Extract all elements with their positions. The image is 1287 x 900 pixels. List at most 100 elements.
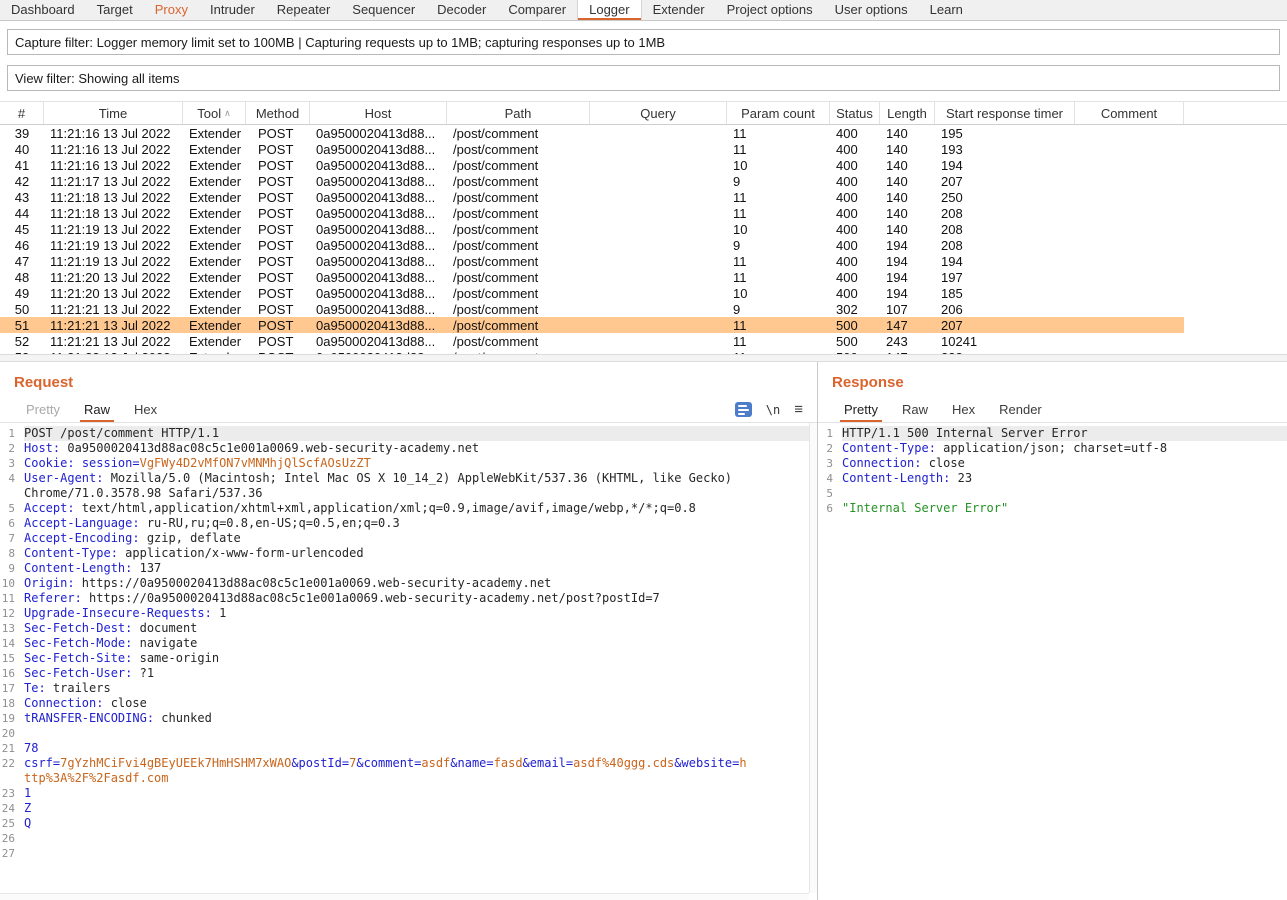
- response-editor[interactable]: 1HTTP/1.1 500 Internal Server Error2Cont…: [818, 423, 1287, 900]
- line-number: 14: [0, 636, 24, 651]
- tab-sequencer[interactable]: Sequencer: [341, 0, 426, 20]
- table-row[interactable]: 4211:21:17 13 Jul 2022ExtenderPOST0a9500…: [0, 173, 1184, 189]
- line-number: 25: [0, 816, 24, 831]
- response-panel: Response PrettyRawHexRender 1HTTP/1.1 50…: [818, 362, 1287, 900]
- line-number: 20: [0, 726, 24, 741]
- column-header-num[interactable]: #: [0, 102, 44, 124]
- tab-intruder[interactable]: Intruder: [199, 0, 266, 20]
- request-panel: Request PrettyRawHex \n ≡ 1POST /post/co…: [0, 362, 818, 900]
- table-row[interactable]: 3911:21:16 13 Jul 2022ExtenderPOST0a9500…: [0, 125, 1184, 141]
- table-row[interactable]: 4811:21:20 13 Jul 2022ExtenderPOST0a9500…: [0, 269, 1184, 285]
- response-lines: 1HTTP/1.1 500 Internal Server Error2Cont…: [818, 426, 1287, 516]
- code-line: 26: [0, 831, 817, 846]
- line-number: 3: [0, 456, 24, 471]
- response-tab-raw[interactable]: Raw: [890, 397, 940, 422]
- line-number: 1: [818, 426, 842, 441]
- request-tab-pretty[interactable]: Pretty: [14, 397, 72, 422]
- tab-dashboard[interactable]: Dashboard: [0, 0, 86, 20]
- capture-filter-bar[interactable]: Capture filter: Logger memory limit set …: [7, 29, 1280, 55]
- code-line: 16Sec-Fetch-User: ?1: [0, 666, 817, 681]
- table-row[interactable]: 4111:21:16 13 Jul 2022ExtenderPOST0a9500…: [0, 157, 1184, 173]
- column-header-length[interactable]: Length: [880, 102, 935, 124]
- table-row[interactable]: 4511:21:19 13 Jul 2022ExtenderPOST0a9500…: [0, 221, 1184, 237]
- tab-learn[interactable]: Learn: [919, 0, 974, 20]
- line-number: 19: [0, 711, 24, 726]
- line-number: 8: [0, 546, 24, 561]
- code-line: 6Accept-Language: ru-RU,ru;q=0.8,en-US;q…: [0, 516, 817, 531]
- pretty-print-icon[interactable]: [735, 402, 752, 417]
- tab-proxy[interactable]: Proxy: [144, 0, 199, 20]
- tab-comparer[interactable]: Comparer: [497, 0, 577, 20]
- line-number: 6: [0, 516, 24, 531]
- table-row[interactable]: 5111:21:21 13 Jul 2022ExtenderPOST0a9500…: [0, 317, 1184, 333]
- tab-decoder[interactable]: Decoder: [426, 0, 497, 20]
- column-header-query[interactable]: Query: [590, 102, 727, 124]
- table-row[interactable]: 4311:21:18 13 Jul 2022ExtenderPOST0a9500…: [0, 189, 1184, 205]
- column-header-time[interactable]: Time: [44, 102, 183, 124]
- view-filter-bar[interactable]: View filter: Showing all items: [7, 65, 1280, 91]
- tab-extender[interactable]: Extender: [642, 0, 716, 20]
- request-tab-raw[interactable]: Raw: [72, 397, 122, 422]
- table-row[interactable]: 5011:21:21 13 Jul 2022ExtenderPOST0a9500…: [0, 301, 1184, 317]
- line-number: 3: [818, 456, 842, 471]
- line-number: 5: [818, 486, 842, 501]
- table-row[interactable]: 5211:21:21 13 Jul 2022ExtenderPOST0a9500…: [0, 333, 1184, 349]
- column-header-status[interactable]: Status: [830, 102, 880, 124]
- code-line: 11Referer: https://0a9500020413d88ac08c5…: [0, 591, 817, 606]
- column-header-method[interactable]: Method: [246, 102, 310, 124]
- tab-logger[interactable]: Logger: [577, 0, 641, 20]
- column-header-host[interactable]: Host: [310, 102, 447, 124]
- code-line: 5: [818, 486, 1287, 501]
- code-line: 2178: [0, 741, 817, 756]
- column-header-tool[interactable]: Tool∧: [183, 102, 246, 124]
- request-tab-hex[interactable]: Hex: [122, 397, 169, 422]
- code-line: 2Host: 0a9500020413d88ac08c5c1e001a0069.…: [0, 441, 817, 456]
- line-number: 13: [0, 621, 24, 636]
- table-row[interactable]: 4911:21:20 13 Jul 2022ExtenderPOST0a9500…: [0, 285, 1184, 301]
- tab-repeater[interactable]: Repeater: [266, 0, 341, 20]
- table-row[interactable]: 4611:21:19 13 Jul 2022ExtenderPOST0a9500…: [0, 237, 1184, 253]
- request-vertical-scrollbar[interactable]: [809, 423, 817, 893]
- burp-logger-window: DashboardTargetProxyIntruderRepeaterSequ…: [0, 0, 1287, 900]
- tab-target[interactable]: Target: [86, 0, 144, 20]
- horizontal-splitter[interactable]: [0, 354, 1287, 362]
- line-number: 11: [0, 591, 24, 606]
- line-number: 6: [818, 501, 842, 516]
- request-lines: 1POST /post/comment HTTP/1.12Host: 0a950…: [0, 426, 817, 861]
- request-editor[interactable]: 1POST /post/comment HTTP/1.12Host: 0a950…: [0, 423, 817, 900]
- editor-menu-icon[interactable]: ≡: [794, 402, 803, 417]
- code-line: 9Content-Length: 137: [0, 561, 817, 576]
- column-header-param-count[interactable]: Param count: [727, 102, 830, 124]
- header-filler: [1184, 102, 1287, 124]
- view-filter-text: View filter: Showing all items: [15, 71, 180, 86]
- code-line: 6"Internal Server Error": [818, 501, 1287, 516]
- line-number: 18: [0, 696, 24, 711]
- code-line: 27: [0, 846, 817, 861]
- code-line: 15Sec-Fetch-Site: same-origin: [0, 651, 817, 666]
- code-line: 7Accept-Encoding: gzip, deflate: [0, 531, 817, 546]
- column-header-path[interactable]: Path: [447, 102, 590, 124]
- code-line: 17Te: trailers: [0, 681, 817, 696]
- log-table-header: #TimeTool∧MethodHostPathQueryParam count…: [0, 101, 1287, 125]
- table-row[interactable]: 4711:21:19 13 Jul 2022ExtenderPOST0a9500…: [0, 253, 1184, 269]
- column-header-comment[interactable]: Comment: [1075, 102, 1184, 124]
- code-line: 10Origin: https://0a9500020413d88ac08c5c…: [0, 576, 817, 591]
- line-number: 17: [0, 681, 24, 696]
- tab-user-options[interactable]: User options: [824, 0, 919, 20]
- response-tab-render[interactable]: Render: [987, 397, 1054, 422]
- message-editor-area: Request PrettyRawHex \n ≡ 1POST /post/co…: [0, 362, 1287, 900]
- line-number: 10: [0, 576, 24, 591]
- line-number: 5: [0, 501, 24, 516]
- response-tab-hex[interactable]: Hex: [940, 397, 987, 422]
- line-number: 26: [0, 831, 24, 846]
- main-tab-bar: DashboardTargetProxyIntruderRepeaterSequ…: [0, 0, 1287, 21]
- tab-project-options[interactable]: Project options: [716, 0, 824, 20]
- response-tab-pretty[interactable]: Pretty: [832, 397, 890, 422]
- table-row[interactable]: 4411:21:18 13 Jul 2022ExtenderPOST0a9500…: [0, 205, 1184, 221]
- nonprintable-chars-icon[interactable]: \n: [766, 403, 780, 417]
- code-line: 5Accept: text/html,application/xhtml+xml…: [0, 501, 817, 516]
- request-horizontal-scrollbar[interactable]: [0, 893, 809, 900]
- column-header-start-response-timer[interactable]: Start response timer: [935, 102, 1075, 124]
- table-row[interactable]: 4011:21:16 13 Jul 2022ExtenderPOST0a9500…: [0, 141, 1184, 157]
- line-number: 1: [0, 426, 24, 441]
